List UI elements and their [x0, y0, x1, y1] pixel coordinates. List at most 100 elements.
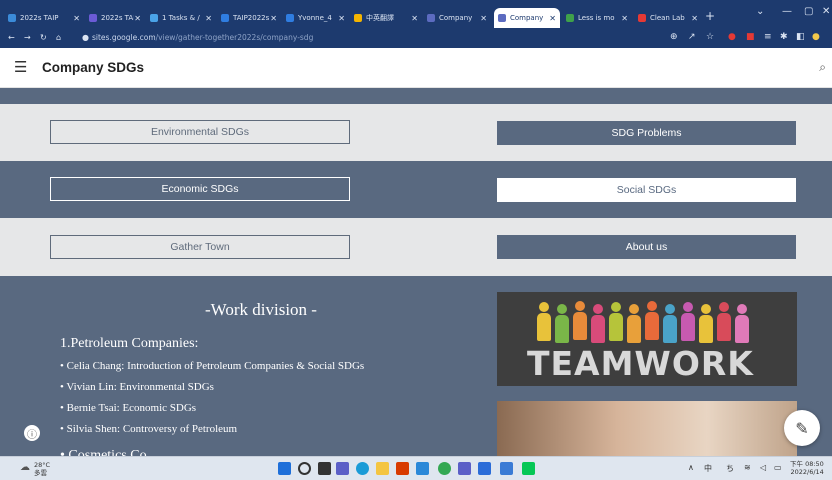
wifi-icon[interactable]: ≋: [744, 463, 751, 472]
hamburger-menu-icon[interactable]: ☰: [14, 58, 27, 76]
profile-avatar-icon[interactable]: ●: [812, 32, 820, 42]
extension-icon[interactable]: ●: [728, 32, 736, 42]
browser-tab[interactable]: 2022s TAIP ✕: [4, 9, 84, 27]
teams-icon[interactable]: [458, 462, 471, 475]
site-icon: [286, 14, 294, 22]
share-icon[interactable]: ↗: [688, 32, 696, 42]
tab-title: Yvonne_4: [298, 14, 332, 22]
social-sdgs-button[interactable]: Social SDGs: [497, 178, 796, 202]
sidebar-icon[interactable]: ◧: [796, 32, 805, 42]
forward-icon[interactable]: →: [24, 33, 31, 42]
browser-tab[interactable]: 2022s TAIP ✕: [85, 9, 145, 27]
close-icon[interactable]: ✕: [549, 14, 556, 23]
ime-icon[interactable]: 中: [704, 463, 712, 474]
restore-icon[interactable]: ▢: [804, 6, 813, 17]
sdg-problems-button[interactable]: SDG Problems: [497, 121, 796, 145]
tab-title: 2022s TAIP: [20, 14, 59, 22]
search-icon[interactable]: [298, 462, 311, 475]
home-icon[interactable]: ⌂: [56, 33, 61, 42]
close-icon[interactable]: ✕: [73, 14, 80, 23]
close-icon[interactable]: ✕: [621, 14, 628, 23]
app-icon[interactable]: [500, 462, 513, 475]
slides-icon: [354, 14, 362, 22]
windows-start-icon[interactable]: [278, 462, 291, 475]
line-icon[interactable]: [522, 462, 535, 475]
new-tab-button[interactable]: +: [705, 9, 715, 23]
app-icon[interactable]: [416, 462, 429, 475]
close-icon[interactable]: ✕: [338, 14, 345, 23]
gather-town-button[interactable]: Gather Town: [50, 235, 350, 259]
browser-tab-active[interactable]: Company ✕: [494, 8, 560, 28]
search-icon[interactable]: ⌕: [819, 60, 826, 75]
about-us-button[interactable]: About us: [497, 235, 796, 259]
tray-chevron-icon[interactable]: ∧: [688, 463, 694, 472]
tab-title: 1 Tasks & /: [162, 14, 200, 22]
browser-tab[interactable]: Clean Lab ✕: [634, 9, 702, 27]
browser-tab[interactable]: TAIP2022s ✕: [217, 9, 281, 27]
site-icon: [8, 14, 16, 22]
tab-title: 2022s TAIP: [101, 14, 134, 22]
task-view-icon[interactable]: [318, 462, 331, 475]
figure-icon: [645, 301, 659, 340]
close-icon[interactable]: ✕: [205, 14, 212, 23]
edit-pencil-button[interactable]: ✎: [784, 410, 820, 446]
figure-icon: [609, 302, 623, 341]
tray-icon[interactable]: ち: [726, 463, 734, 474]
browser-tab[interactable]: 中英翻譯 ✕: [350, 9, 422, 27]
tab-title: Clean Lab: [650, 14, 685, 22]
close-icon[interactable]: ✕: [691, 14, 698, 23]
office-icon[interactable]: [396, 462, 409, 475]
environmental-sdgs-button[interactable]: Environmental SDGs: [50, 120, 350, 144]
volume-icon[interactable]: ◁: [760, 463, 766, 472]
windows-taskbar: ☁ 28°C 多雲 ∧ 中 ち ≋ ◁ ▭ 下午 08:50 2022/6/14: [0, 456, 832, 480]
teamwork-chalk-text: TEAMWORK: [527, 344, 754, 383]
extension-icon[interactable]: ≡: [764, 32, 772, 42]
list-item: • Bernie Tsai: Economic SDGs: [60, 402, 197, 414]
minimize-icon[interactable]: —: [782, 6, 792, 17]
url-field[interactable]: sites.google.com/view/gather-together202…: [92, 33, 313, 42]
tab-search-icon[interactable]: ⌄: [756, 6, 764, 17]
info-icon[interactable]: ⓘ: [24, 425, 40, 441]
clock-time: 下午 08:50: [790, 460, 824, 468]
back-icon[interactable]: ←: [8, 33, 15, 42]
close-icon[interactable]: ✕: [270, 14, 277, 23]
browser-tab-bar: 2022s TAIP ✕ 2022s TAIP ✕ 1 Tasks & / ✕ …: [0, 0, 832, 28]
edge-icon[interactable]: [356, 462, 369, 475]
weather-widget[interactable]: 28°C 多雲: [34, 461, 50, 477]
extension-icon[interactable]: ■: [746, 32, 755, 42]
reload-icon[interactable]: ↻: [40, 33, 47, 42]
close-window-icon[interactable]: ✕: [822, 6, 830, 17]
browser-tab[interactable]: 1 Tasks & / ✕: [146, 9, 216, 27]
extensions-puzzle-icon[interactable]: ✱: [780, 32, 788, 42]
figure-icon: [699, 304, 713, 343]
browser-tab[interactable]: Company ✕: [423, 9, 491, 27]
figure-icon: [717, 302, 731, 341]
figure-icon: [735, 304, 749, 343]
chat-icon[interactable]: [336, 462, 349, 475]
browser-tab[interactable]: Yvonne_4 ✕: [282, 9, 349, 27]
figure-icon: [537, 302, 551, 341]
tab-title: Company: [510, 14, 544, 22]
lines-icon: [566, 14, 574, 22]
hands-photo: [497, 401, 797, 456]
url-host: sites.google.com: [92, 33, 156, 42]
section-title-partial: • Cosmetics Co...: [60, 448, 158, 456]
chrome-icon[interactable]: [438, 462, 451, 475]
tab-title: Company: [439, 14, 473, 22]
zoom-icon[interactable]: ⊕: [670, 32, 678, 42]
app-icon[interactable]: [478, 462, 491, 475]
economic-sdgs-button[interactable]: Economic SDGs: [50, 177, 350, 201]
close-icon[interactable]: ✕: [480, 14, 487, 23]
site-title: Company SDGs: [42, 60, 145, 75]
battery-icon[interactable]: ▭: [774, 463, 782, 472]
browser-tab[interactable]: Less is mo ✕: [562, 9, 632, 27]
nav-band: Environmental SDGs SDG Problems: [0, 104, 832, 161]
close-icon[interactable]: ✕: [134, 14, 141, 23]
system-clock[interactable]: 下午 08:50 2022/6/14: [790, 460, 824, 476]
figure-icon: [573, 301, 587, 340]
close-icon[interactable]: ✕: [411, 14, 418, 23]
lock-icon: ●: [82, 33, 89, 42]
teamwork-image: TEAMWORK: [497, 292, 797, 386]
bookmark-star-icon[interactable]: ☆: [706, 32, 714, 42]
file-explorer-icon[interactable]: [376, 462, 389, 475]
